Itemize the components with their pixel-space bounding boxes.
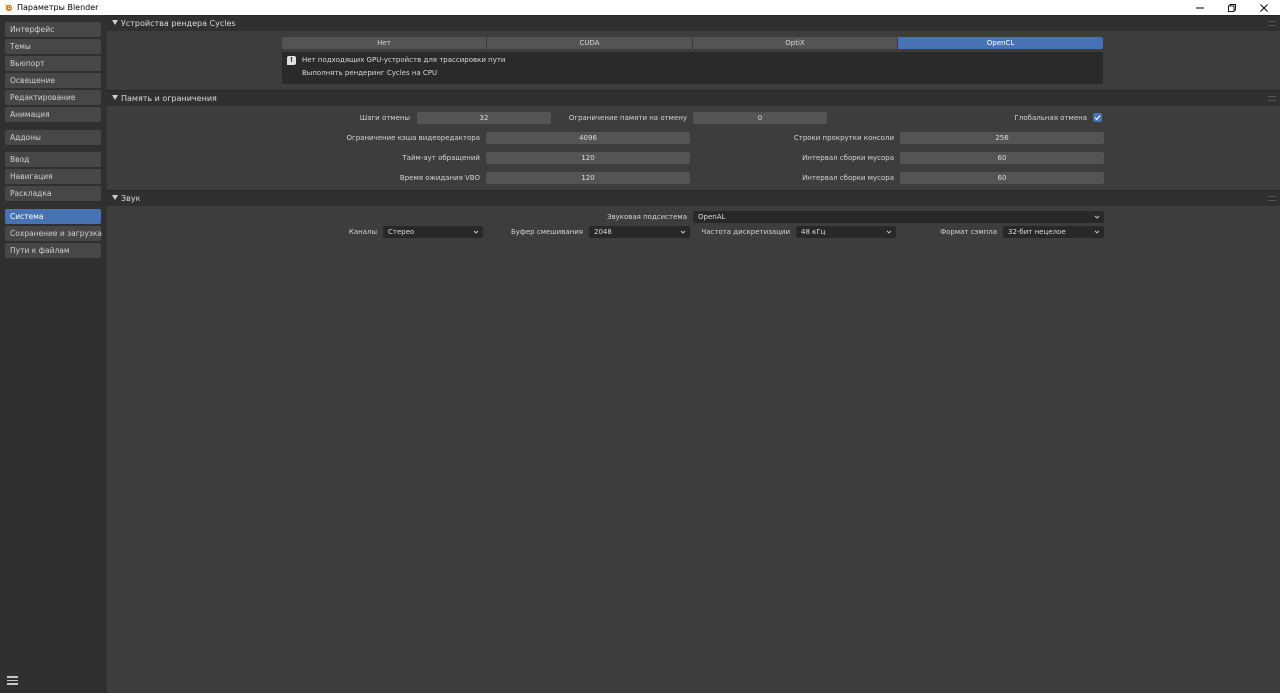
minimize-icon <box>1196 7 1204 8</box>
channels-label: Каналы <box>348 228 377 236</box>
sidebar-item-animation[interactable]: Анимация <box>5 107 101 122</box>
audio-device-dropdown[interactable]: OpenAL <box>693 211 1104 223</box>
timeout-field[interactable]: 120 <box>486 152 690 164</box>
console-lines-field[interactable]: 256 <box>900 132 1104 144</box>
gc-interval-label: Интервал сборки мусора <box>802 154 894 162</box>
gc-interval2-field[interactable]: 60 <box>900 172 1104 184</box>
sidebar-item-themes[interactable]: Темы <box>5 39 101 54</box>
sidebar-item-navigation[interactable]: Навигация <box>5 169 101 184</box>
info-message-cpu: Выполнять рендеринг Cycles на CPU <box>302 69 438 77</box>
sidebar-item-file-paths[interactable]: Пути к файлам <box>5 243 101 258</box>
device-option-opencl[interactable]: OpenCL <box>898 37 1103 49</box>
collapse-arrow-icon <box>112 95 118 100</box>
chevron-down-icon <box>473 230 479 234</box>
sidebar-item-save-load[interactable]: Сохранение и загрузка <box>5 226 102 241</box>
collapse-arrow-icon <box>112 20 118 25</box>
mix-buffer-value: 2048 <box>594 228 612 236</box>
close-icon <box>1260 3 1268 12</box>
console-lines-label: Строки прокрутки консоли <box>793 134 894 142</box>
info-message-gpu: Нет подходящих GPU-устройств для трассир… <box>302 56 506 64</box>
device-option-cuda[interactable]: CUDA <box>487 37 693 49</box>
info-icon: ! <box>287 56 296 65</box>
panel-title-memory: Память и ограничения <box>121 94 217 103</box>
vse-cache-field[interactable]: 4096 <box>486 132 690 144</box>
drag-grip-icon[interactable] <box>1268 196 1276 201</box>
panel-title-sound: Звук <box>121 194 141 203</box>
title-bar: Параметры Blender <box>0 0 1280 15</box>
close-button[interactable] <box>1248 0 1280 15</box>
sidebar-item-viewport[interactable]: Вьюпорт <box>5 56 101 71</box>
panel-header-memory[interactable]: Память и ограничения <box>107 90 1280 106</box>
gc-interval-field[interactable]: 60 <box>900 152 1104 164</box>
blender-logo-icon <box>4 4 13 12</box>
channels-value: Стерео <box>388 228 415 236</box>
device-option-none[interactable]: Нет <box>282 37 487 49</box>
sidebar: Интерфейс Темы Вьюпорт Освещение Редакти… <box>0 15 107 693</box>
panel-header-cycles[interactable]: Устройства рендера Cycles <box>107 15 1280 31</box>
sidebar-item-lighting[interactable]: Освещение <box>5 73 101 88</box>
drag-grip-icon[interactable] <box>1268 21 1276 26</box>
audio-device-value: OpenAL <box>698 213 726 221</box>
chevron-down-icon <box>680 230 686 234</box>
sample-format-value: 32-бит нецелое <box>1008 228 1066 236</box>
menu-icon[interactable] <box>7 676 18 685</box>
panel-body-cycles: Нет CUDA OptiX OpenCL ! Нет подходящих G… <box>107 31 1280 88</box>
collapse-arrow-icon <box>112 195 118 200</box>
panel-header-sound[interactable]: Звук <box>107 190 1280 206</box>
sample-rate-value: 48 кГц <box>801 228 826 236</box>
undo-memory-field[interactable]: 0 <box>693 112 827 124</box>
undo-memory-label: Ограничение памяти на отмену <box>568 114 687 122</box>
chevron-down-icon <box>1094 230 1100 234</box>
chevron-down-icon <box>1094 215 1100 219</box>
vbo-time-label: Время ожидания VBO <box>399 174 480 182</box>
panel-body-sound: Звуковая подсистема OpenAL Каналы Стерео… <box>107 206 1280 244</box>
vse-cache-label: Ограничение кэша видеоредактора <box>346 134 480 142</box>
preferences-main: Устройства рендера Cycles Нет CUDA OptiX… <box>107 15 1280 693</box>
sample-rate-label: Частота дискретизации <box>701 228 790 236</box>
vbo-time-field[interactable]: 120 <box>486 172 690 184</box>
restore-icon <box>1228 3 1236 12</box>
global-undo-label: Глобальная отмена <box>1014 114 1087 122</box>
gc-interval2-label: Интервал сборки мусора <box>802 174 894 182</box>
drag-grip-icon[interactable] <box>1268 96 1276 101</box>
global-undo-checkbox[interactable] <box>1093 113 1102 122</box>
channels-dropdown[interactable]: Стерео <box>383 226 483 238</box>
sidebar-item-addons[interactable]: Аддоны <box>5 130 101 145</box>
sidebar-item-keymap[interactable]: Раскладка <box>5 186 101 201</box>
sample-format-dropdown[interactable]: 32-бит нецелое <box>1003 226 1104 238</box>
sample-format-label: Формат сэмпла <box>940 228 997 236</box>
mix-buffer-dropdown[interactable]: 2048 <box>589 226 690 238</box>
sidebar-item-input[interactable]: Ввод <box>5 152 101 167</box>
window-title: Параметры Blender <box>17 3 99 12</box>
audio-device-label: Звуковая подсистема <box>606 213 687 221</box>
mix-buffer-label: Буфер смешивания <box>510 228 583 236</box>
timeout-label: Тайм-аут обращений <box>402 154 480 162</box>
sidebar-item-editing[interactable]: Редактирование <box>5 90 101 105</box>
panel-title-cycles: Устройства рендера Cycles <box>121 19 236 28</box>
panel-body-memory: Шаги отмены 32 Ограничение памяти на отм… <box>107 106 1280 188</box>
minimize-button[interactable] <box>1184 0 1216 15</box>
sidebar-item-system[interactable]: Система <box>5 209 101 224</box>
restore-button[interactable] <box>1216 0 1248 15</box>
sidebar-item-interface[interactable]: Интерфейс <box>5 22 101 37</box>
sample-rate-dropdown[interactable]: 48 кГц <box>796 226 896 238</box>
undo-steps-field[interactable]: 32 <box>417 112 551 124</box>
device-option-optix[interactable]: OptiX <box>693 37 898 49</box>
device-info-box: ! Нет подходящих GPU-устройств для трасс… <box>282 52 1103 84</box>
undo-steps-label: Шаги отмены <box>359 114 410 122</box>
checkmark-icon <box>1094 115 1101 121</box>
chevron-down-icon <box>886 230 892 234</box>
